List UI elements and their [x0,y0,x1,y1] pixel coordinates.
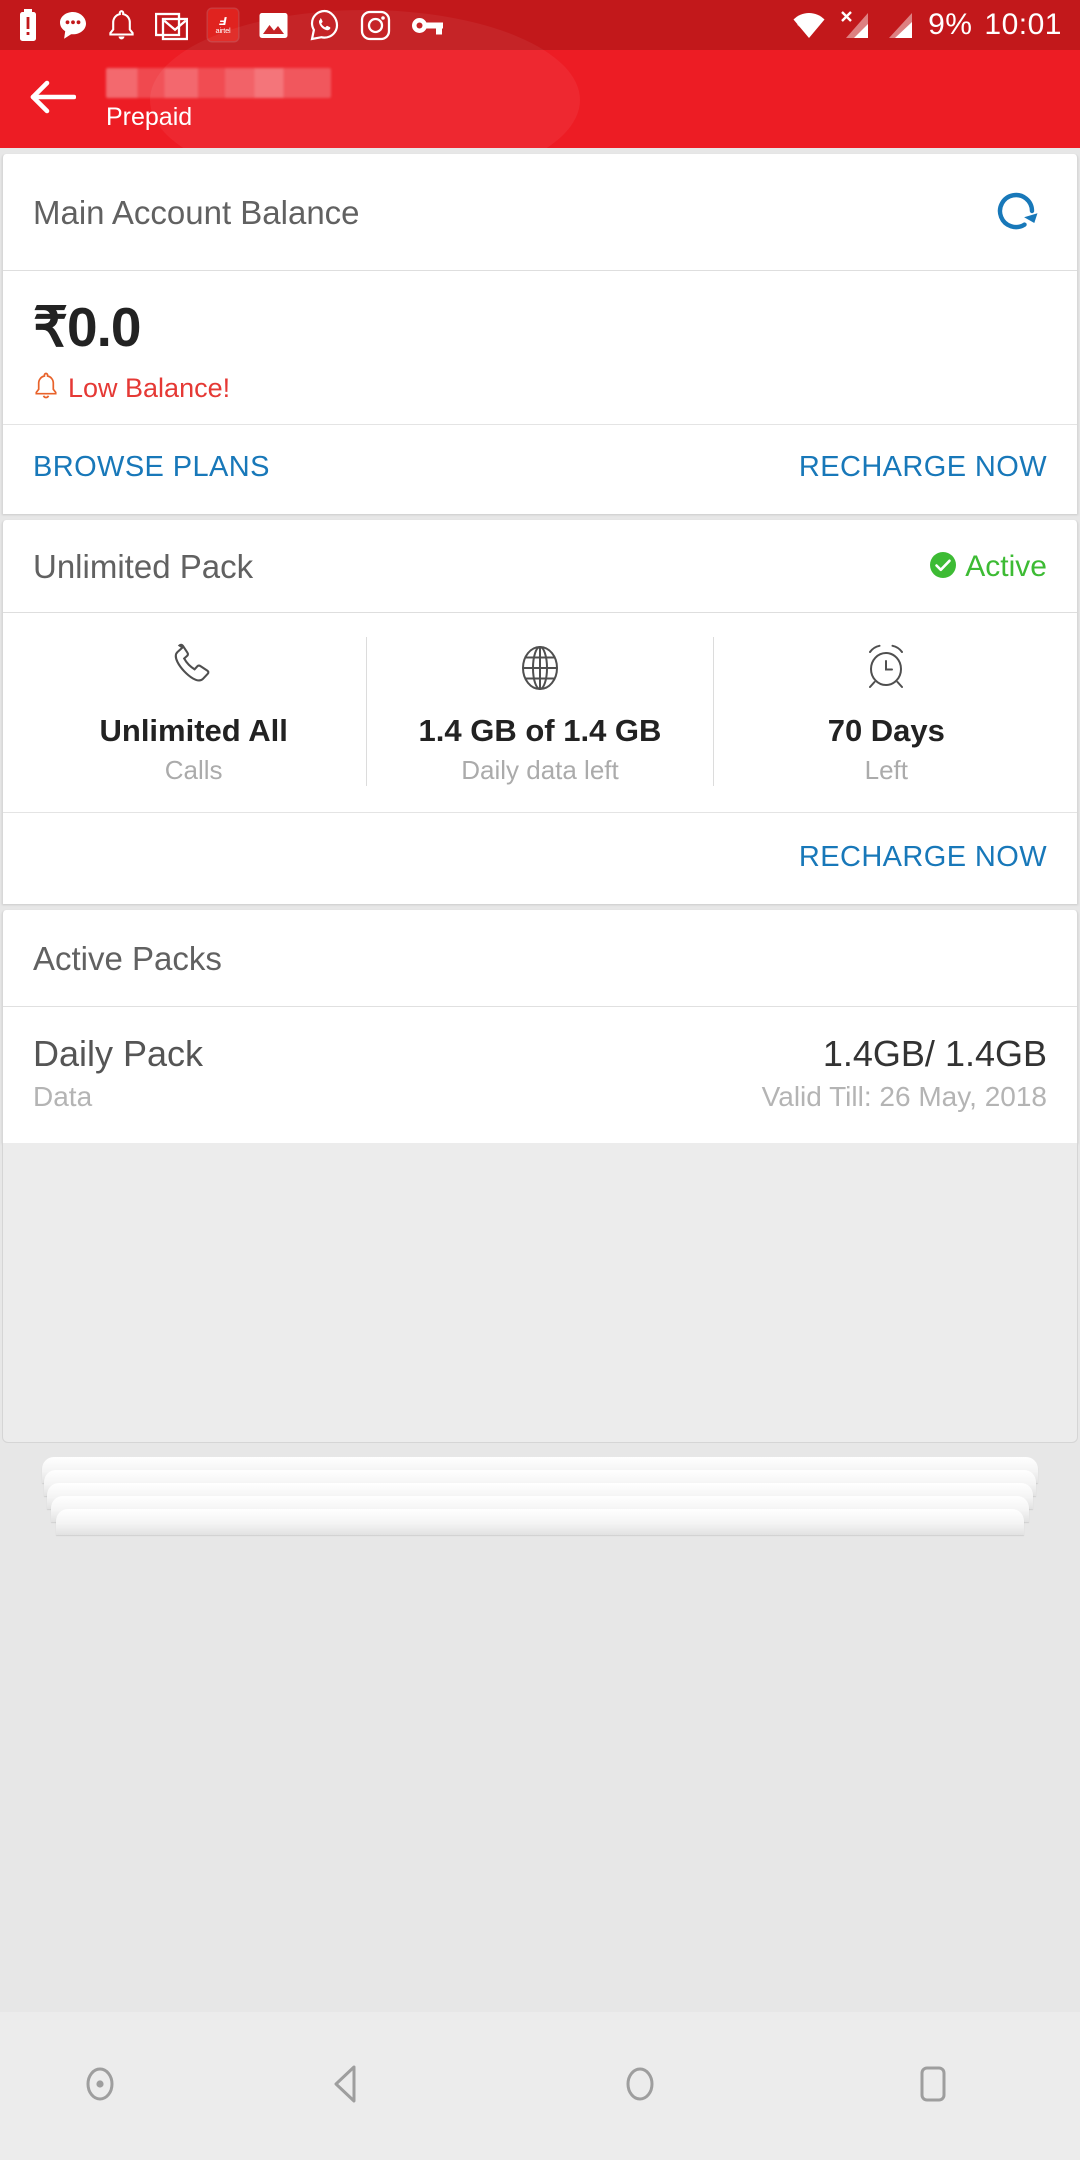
signal-no-service-icon [838,10,872,40]
pack-column-validity: 70 Days Left [712,637,1059,786]
bell-icon [108,9,135,41]
unlimited-pack-title: Unlimited Pack [33,548,254,585]
pack-recharge-now-button[interactable]: RECHARGE NOW [799,841,1047,874]
airtel-swoosh: ⅎ [219,11,227,29]
status-badge-label: Active [965,550,1047,583]
low-balance-warning: Low Balance! [33,371,1047,406]
app-bar-titles: Prepaid [106,67,331,131]
pack-value-validity: 70 Days [827,713,945,748]
active-pack-right: 1.4GB/ 1.4GB Valid Till: 26 May, 2018 [762,1033,1047,1113]
active-packs-card: Active Packs Daily Pack Data 1.4GB/ 1.4G… [2,910,1078,1143]
low-balance-text: Low Balance! [68,373,231,403]
back-nav-button[interactable] [200,2012,493,2160]
active-pack-name: Daily Pack [33,1033,204,1074]
status-bar-notification-icons: ⅎ airtel [18,9,792,41]
table-row[interactable]: Daily Pack Data 1.4GB/ 1.4GB Valid Till:… [3,1007,1077,1143]
back-triangle-icon [326,2061,368,2112]
stacked-sheets-graphic [42,1457,1038,1535]
screenshot-record-icon [79,2061,121,2112]
app-bar: Prepaid [0,10,1080,190]
balance-actions: BROWSE PLANS RECHARGE NOW [3,424,1077,514]
phone-icon [165,637,223,699]
airtel-wordmark: airtel [215,25,231,35]
bell-alert-icon [33,371,59,406]
unlimited-pack-card: Unlimited Pack Active Unlimited All Call… [2,520,1078,904]
pack-label-calls: Calls [164,755,223,785]
active-pack-value: 1.4GB/ 1.4GB [822,1033,1047,1074]
home-circle-icon [619,2061,661,2112]
wifi-icon [792,10,826,40]
clock-label: 10:01 [984,8,1062,41]
message-bubble-icon [58,10,88,41]
battery-percent-label: 9% [928,8,973,41]
active-pack-validity: Valid Till: 26 May, 2018 [761,1081,1047,1112]
unlimited-pack-header: Unlimited Pack Active [3,520,1077,613]
photos-icon [258,10,289,41]
active-pack-left: Daily Pack Data [33,1033,203,1113]
account-number-redacted [106,67,331,98]
phone-screen: ⅎ airtel 9% 10:01 Prepaid Main Account B… [0,0,1080,2160]
alarm-icon [857,637,915,699]
pack-column-data: 1.4 GB of 1.4 GB Daily data left [366,637,712,786]
pack-label-validity: Left [864,755,908,785]
page-title: Main Account Balance [33,194,360,231]
globe-icon [511,637,569,699]
empty-content-placeholder [2,1143,1078,1443]
unlimited-pack-actions: RECHARGE NOW [3,812,1077,904]
sheet-layer [56,1509,1024,1535]
whatsapp-icon [309,9,340,41]
status-bar: ⅎ airtel 9% 10:01 [0,0,1080,50]
active-packs-title: Active Packs [33,940,222,977]
back-button[interactable] [20,67,84,131]
screenshot-record-button[interactable] [0,2012,200,2160]
recents-nav-button[interactable] [787,2012,1080,2160]
pack-column-calls: Unlimited All Calls [21,637,366,786]
refresh-balance-button[interactable] [985,182,1047,244]
gmail-icon [155,10,188,41]
android-nav-bar [0,2012,1080,2160]
active-pack-type: Data [33,1081,93,1112]
status-badge: Active [929,550,1047,584]
battery-alert-icon [18,9,38,41]
balance-card-header: Main Account Balance [3,154,1077,271]
active-packs-header: Active Packs [3,910,1077,1007]
airtel-icon: ⅎ airtel [208,9,238,41]
browse-plans-button[interactable]: BROWSE PLANS [33,451,270,484]
back-arrow-icon [28,77,77,122]
refresh-icon [989,184,1043,243]
content-scroll-area[interactable]: Main Account Balance ₹0.0 Low Balance! B… [0,148,1080,2012]
recents-square-icon [912,2061,954,2112]
balance-amount: ₹0.0 [33,296,141,358]
plan-type-label: Prepaid [106,102,193,131]
key-icon [411,14,444,37]
pack-detail-columns: Unlimited All Calls 1.4 GB of 1.4 GB Dai… [3,613,1077,812]
check-circle-icon [929,551,957,584]
main-account-balance-card: Main Account Balance ₹0.0 Low Balance! B… [2,154,1078,514]
status-bar-system-icons: 9% 10:01 [792,8,1062,42]
pack-value-data: 1.4 GB of 1.4 GB [418,713,662,748]
balance-body: ₹0.0 Low Balance! [3,271,1077,424]
recharge-now-button[interactable]: RECHARGE NOW [799,451,1047,484]
home-nav-button[interactable] [493,2012,786,2160]
pack-label-data: Daily data left [461,755,619,785]
signal-bars-icon [884,10,916,40]
instagram-icon [360,10,391,41]
pack-value-calls: Unlimited All [99,713,288,748]
